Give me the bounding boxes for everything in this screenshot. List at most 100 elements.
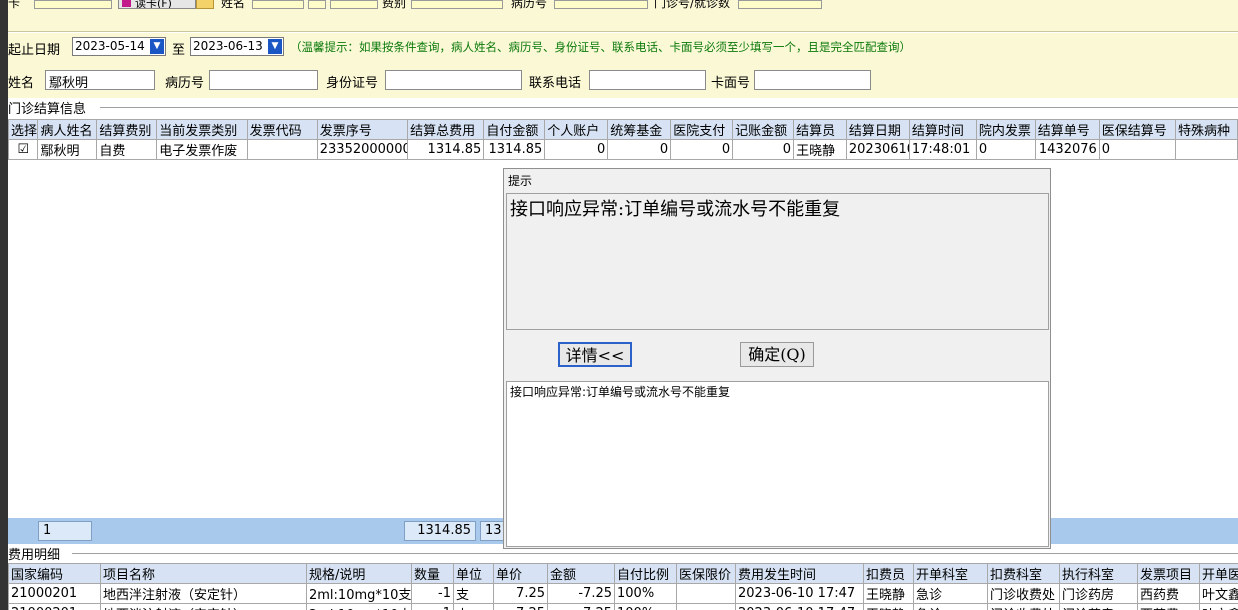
table-cell: 0: [544, 139, 609, 160]
table-row[interactable]: 21000201地西泮注射液（安定针）2ml:10mg*10支/盒-1支7.25…: [8, 583, 1238, 604]
column-header[interactable]: 结算时间: [908, 119, 977, 140]
column-header[interactable]: 记账金额: [732, 119, 795, 140]
column-header[interactable]: 病人姓名: [37, 119, 98, 140]
column-header[interactable]: 扣费员: [863, 563, 914, 584]
top-name-input[interactable]: [252, 0, 304, 9]
column-header[interactable]: 统筹基金: [607, 119, 672, 140]
record-no-label: 病历号: [165, 76, 205, 91]
fee-detail-table: 国家编码 项目名称 规格/说明 数量 单位 单价 金额 自付比例 医保限价 费用发生时间 扣费员 开单…: [8, 563, 1238, 610]
row-count-cell: 1: [38, 521, 92, 541]
top-record-label: 病历号: [511, 0, 548, 10]
column-header[interactable]: 开单科室: [913, 563, 988, 584]
top-toolbar: 卡 读卡(F) 姓名 费别 病历号 门诊号/就诊数: [8, 0, 1238, 32]
section-divider: [100, 107, 1238, 108]
table-cell: 叶文鑫: [1199, 603, 1238, 610]
table-cell: 100%: [614, 583, 677, 604]
read-card-button[interactable]: 读卡(F): [118, 0, 196, 9]
column-header[interactable]: 特殊病种: [1174, 119, 1238, 140]
date-range-label: 起止日期: [8, 43, 61, 58]
table-cell: 2023-06-10 17:47: [735, 603, 864, 610]
top-partial-label: 卡: [8, 0, 21, 10]
table-cell: 电子发票作废: [156, 139, 248, 160]
top-record-input[interactable]: [554, 0, 648, 9]
column-header[interactable]: 单位: [453, 563, 494, 584]
table-cell: [676, 603, 736, 610]
table-cell: 2ml:10mg*10支/盒: [306, 583, 412, 604]
date-to-picker[interactable]: 2023-06-13 ▼: [190, 37, 284, 56]
patient-name-input[interactable]: 鄢秋明: [45, 70, 155, 91]
column-header[interactable]: 院内发票: [975, 119, 1036, 140]
table-cell: 1314.85: [407, 139, 485, 160]
column-header[interactable]: 结算单号: [1034, 119, 1100, 140]
top-fee-label: 费别: [382, 0, 407, 10]
chevron-down-icon[interactable]: ▼: [150, 39, 164, 54]
column-header[interactable]: 自付金额: [483, 119, 546, 140]
date-to-value: 2023-06-13: [193, 39, 263, 53]
table-cell: 急诊: [913, 603, 988, 610]
top-name-label: 姓名: [221, 0, 246, 10]
table-cell: 叶文鑫: [1199, 583, 1238, 604]
settlement-section-title: 门诊结算信息: [8, 102, 87, 117]
top-small-input[interactable]: [308, 0, 326, 9]
select-checkbox[interactable]: ☑: [8, 139, 39, 160]
date-from-picker[interactable]: 2023-05-14 ▼: [72, 37, 166, 56]
query-hint: （温馨提示：如果按条件查询，病人姓名、病历号、身份证号、联系电话、卡面号必须至少…: [290, 40, 911, 54]
column-header[interactable]: 选择: [8, 119, 39, 140]
table-cell: -7.25: [547, 583, 615, 604]
column-header[interactable]: 数量: [411, 563, 454, 584]
table-cell: 21000201: [8, 583, 101, 604]
top-visit-label: 门诊号/就诊数: [654, 0, 731, 10]
column-header[interactable]: 执行科室: [1059, 563, 1138, 584]
clear-icon[interactable]: [196, 0, 214, 9]
card-input[interactable]: [34, 0, 112, 9]
ok-button[interactable]: 确定(Q): [740, 342, 814, 367]
column-header[interactable]: 当前发票类别: [156, 119, 248, 140]
dialog-title: 提示: [508, 174, 533, 188]
column-header[interactable]: 规格/说明: [306, 563, 412, 584]
column-header[interactable]: 医保结算号: [1098, 119, 1176, 140]
phone-label: 联系电话: [529, 76, 582, 91]
record-no-input[interactable]: [209, 70, 318, 90]
table-cell: 0: [1098, 139, 1176, 160]
table-cell: 20230610: [845, 139, 910, 160]
column-header[interactable]: 自付比例: [614, 563, 677, 584]
column-header[interactable]: 费用发生时间: [735, 563, 864, 584]
table-row[interactable]: 21000201地西泮注射液（安定针）2ml:10mg*10支/盒1支7.257…: [8, 603, 1238, 610]
column-header[interactable]: 结算费别: [96, 119, 158, 140]
details-button[interactable]: 详情<<: [558, 342, 632, 367]
table-cell: [1174, 139, 1238, 160]
card-no-input[interactable]: [754, 70, 871, 90]
table-cell: 门诊药房: [1059, 583, 1138, 604]
table-cell: 地西泮注射液（安定针）: [100, 603, 307, 610]
phone-input[interactable]: [589, 70, 706, 90]
to-label: 至: [172, 43, 186, 58]
column-header[interactable]: 医保限价: [676, 563, 736, 584]
column-header[interactable]: 发票项目: [1137, 563, 1200, 584]
column-header[interactable]: 发票序号: [316, 119, 409, 140]
table-row[interactable]: ☑鄢秋明自费电子发票作废2335200000001314.851314.8500…: [8, 139, 1238, 160]
column-header[interactable]: 个人账户: [544, 119, 609, 140]
column-header[interactable]: 单价: [493, 563, 548, 584]
table-cell: 王晓静: [863, 583, 914, 604]
table-cell: 233520000000: [316, 139, 409, 160]
fee-detail-grid[interactable]: 国家编码 项目名称 规格/说明 数量 单位 单价 金额 自付比例 医保限价 费用发生时间 扣费员 开单…: [8, 563, 1238, 610]
table-cell: 100%: [614, 603, 677, 610]
column-header[interactable]: 扣费科室: [987, 563, 1060, 584]
id-no-input[interactable]: [385, 70, 522, 90]
table-cell: 0: [975, 139, 1036, 160]
column-header[interactable]: 项目名称: [100, 563, 307, 584]
column-header[interactable]: 开单医: [1199, 563, 1238, 584]
top-gender-input[interactable]: [330, 0, 378, 9]
column-header[interactable]: 结算员: [793, 119, 847, 140]
column-header[interactable]: 国家编码: [8, 563, 101, 584]
top-visit-input[interactable]: [738, 0, 822, 9]
top-fee-input[interactable]: [411, 0, 503, 9]
column-header[interactable]: 结算总费用: [407, 119, 485, 140]
column-header[interactable]: 发票代码: [246, 119, 318, 140]
chevron-down-icon[interactable]: ▼: [268, 39, 282, 54]
column-header[interactable]: 医院支付: [670, 119, 734, 140]
read-card-label: 读卡(F): [135, 0, 172, 9]
table-cell: 西药费: [1137, 603, 1200, 610]
column-header[interactable]: 金额: [547, 563, 615, 584]
column-header[interactable]: 结算日期: [845, 119, 910, 140]
